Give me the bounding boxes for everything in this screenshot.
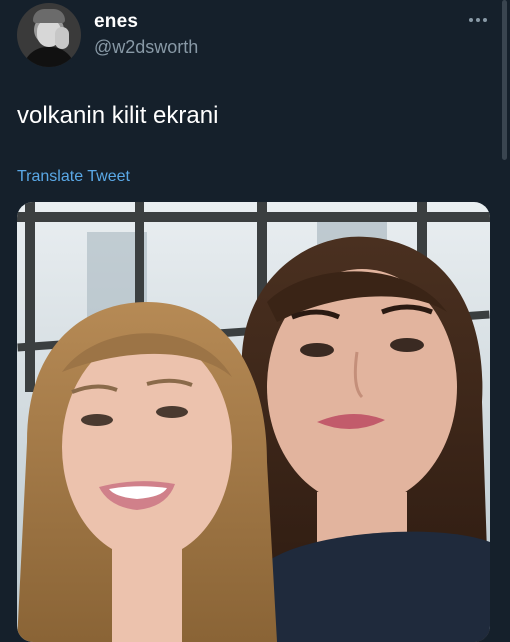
avatar-hand: [55, 27, 69, 49]
avatar[interactable]: [17, 3, 81, 67]
window-frame: [25, 202, 35, 392]
scrollbar[interactable]: [502, 0, 507, 160]
avatar-shirt: [23, 47, 75, 67]
more-horizontal-icon: [469, 18, 473, 22]
avatar-hair: [33, 9, 65, 23]
more-horizontal-icon-dot: [476, 18, 480, 22]
more-options-button[interactable]: [460, 6, 496, 34]
tweet-text: volkanin kilit ekrani: [17, 102, 219, 129]
more-horizontal-icon-dot: [483, 18, 487, 22]
display-name[interactable]: enes: [94, 11, 138, 33]
left-person-face: [62, 335, 232, 559]
tweet-header: enes @w2dsworth: [0, 0, 510, 80]
selfie-photo-illustration: [17, 202, 490, 642]
user-handle[interactable]: @w2dsworth: [94, 37, 198, 58]
tweet-media-photo[interactable]: [17, 202, 490, 642]
translate-tweet-link[interactable]: Translate Tweet: [17, 168, 130, 186]
